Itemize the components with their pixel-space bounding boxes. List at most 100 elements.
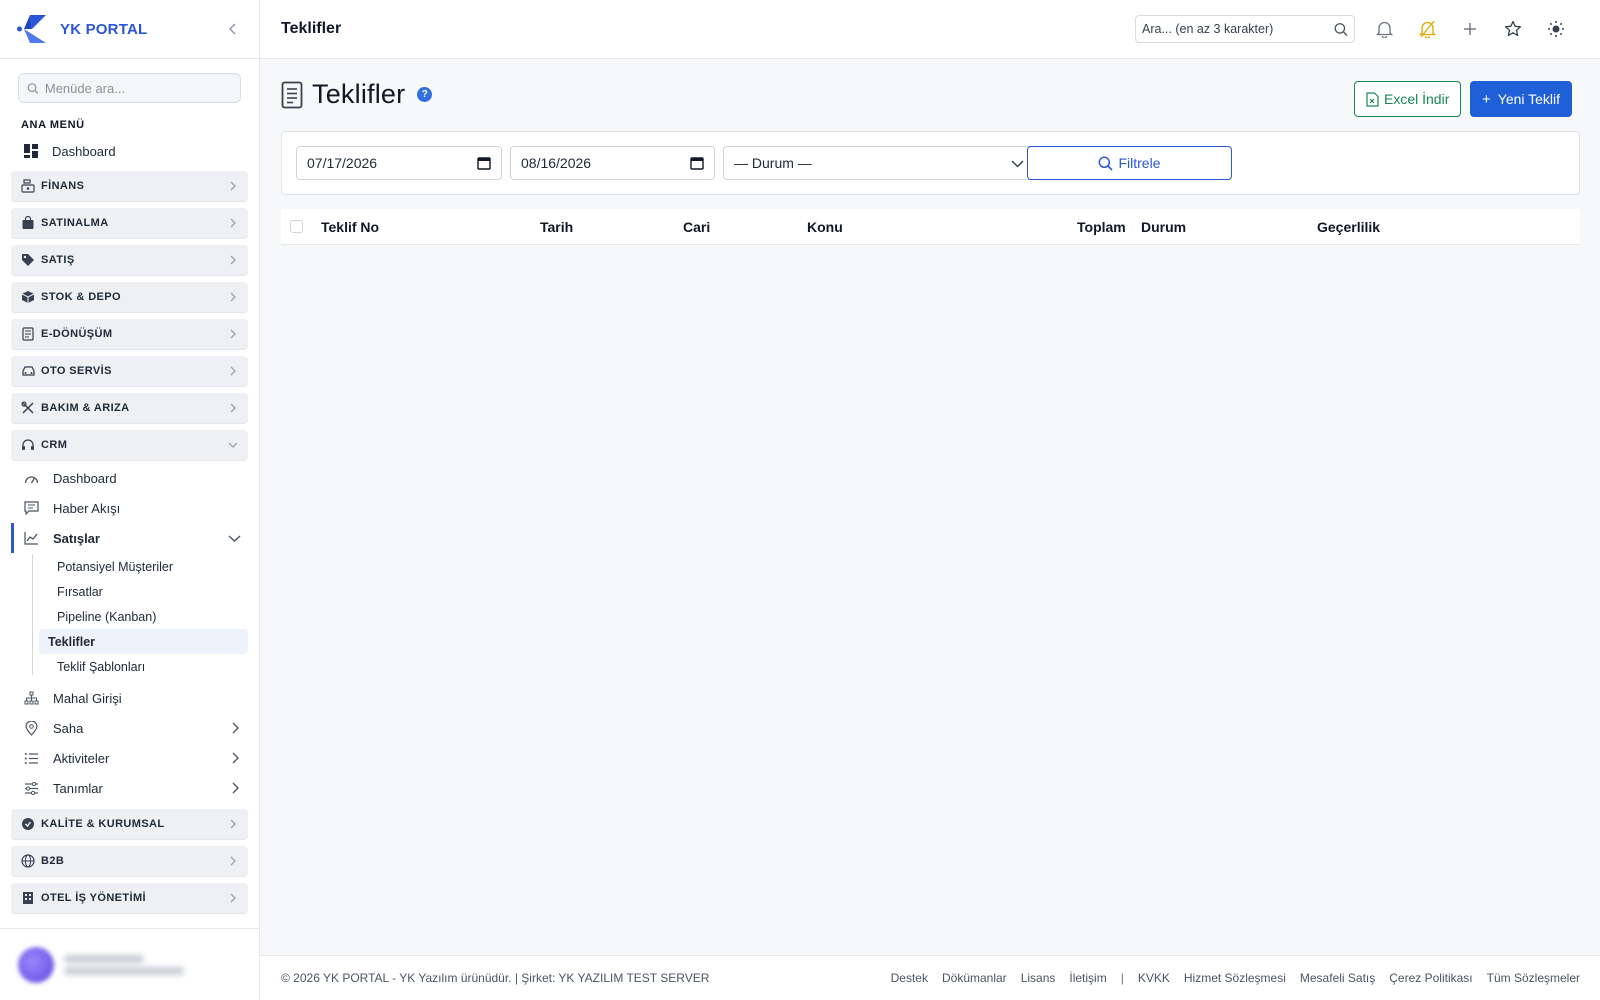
group-otel-is-yonetimi[interactable]: OTEL İŞ YÖNETİMİ bbox=[11, 883, 248, 913]
help-icon[interactable]: ? bbox=[417, 87, 433, 102]
group-stok-depo[interactable]: STOK & DEPO bbox=[11, 282, 248, 312]
menu-search bbox=[18, 73, 241, 103]
chevron-right-icon bbox=[228, 255, 238, 265]
crm-item-label: Haber Akışı bbox=[53, 500, 121, 516]
chevron-right-icon bbox=[228, 366, 238, 376]
group-label: OTO SERVİS bbox=[41, 365, 112, 377]
footer-link-destek[interactable]: Destek bbox=[891, 971, 928, 985]
group-satis[interactable]: SATIŞ bbox=[11, 245, 248, 275]
chevron-right-icon bbox=[228, 181, 238, 191]
crm-item-mahal-girisi[interactable]: Mahal Girişi bbox=[0, 683, 259, 713]
footer-link-hizmet-sozlesmesi[interactable]: Hizmet Sözleşmesi bbox=[1184, 971, 1286, 985]
sun-icon[interactable] bbox=[1545, 18, 1567, 40]
topbar-actions bbox=[1373, 18, 1567, 40]
chevron-right-icon bbox=[228, 819, 238, 829]
group-label: SATIŞ bbox=[41, 254, 75, 266]
crm-item-saha[interactable]: Saha bbox=[0, 713, 259, 743]
footer-link-lisans[interactable]: Lisans bbox=[1021, 971, 1056, 985]
leaf-teklif-sablonlari[interactable]: Teklif Şablonları bbox=[39, 654, 248, 679]
main-content: Teklifler ? Excel İndir + Yeni Teklif 07… bbox=[260, 59, 1600, 955]
calendar-icon[interactable] bbox=[477, 156, 491, 170]
group-oto-servis[interactable]: OTO SERVİS bbox=[11, 356, 248, 386]
calendar-icon[interactable] bbox=[690, 156, 704, 170]
leaf-potansiyel-musteriler[interactable]: Potansiyel Müşteriler bbox=[39, 554, 248, 579]
footer-link-tum-sozlesmeler[interactable]: Tüm Sözleşmeler bbox=[1487, 971, 1580, 985]
tools-icon bbox=[20, 400, 36, 416]
column-toplam[interactable]: Toplam bbox=[1077, 219, 1126, 235]
file-excel-icon bbox=[1366, 91, 1379, 107]
bell-off-icon[interactable] bbox=[1416, 18, 1438, 40]
excel-download-button[interactable]: Excel İndir bbox=[1354, 81, 1462, 117]
group-b2b[interactable]: B2B bbox=[11, 846, 248, 876]
group-label: STOK & DEPO bbox=[41, 291, 121, 303]
shopping-bag-icon bbox=[20, 215, 36, 231]
column-cari[interactable]: Cari bbox=[683, 219, 710, 235]
leaf-teklifler[interactable]: Teklifler bbox=[39, 629, 248, 654]
offers-table-header: Teklif No Tarih Cari Konu Toplam Durum G… bbox=[281, 209, 1580, 245]
user-card[interactable] bbox=[0, 928, 259, 1000]
crm-item-satislar[interactable]: Satışlar bbox=[11, 523, 259, 553]
column-teklif-no[interactable]: Teklif No bbox=[321, 219, 379, 235]
headset-icon bbox=[20, 437, 36, 453]
chevron-right-icon bbox=[228, 292, 238, 302]
crm-item-tanimlar[interactable]: Tanımlar bbox=[0, 773, 259, 803]
footer-link-iletisim[interactable]: İletişim bbox=[1069, 971, 1106, 985]
status-select[interactable]: — Durum — bbox=[723, 146, 1035, 180]
sidebar-item-dashboard[interactable]: Dashboard bbox=[0, 137, 259, 165]
crm-item-aktiviteler[interactable]: Aktiviteler bbox=[0, 743, 259, 773]
group-label: OTEL İŞ YÖNETİMİ bbox=[41, 892, 147, 904]
date-to-field[interactable]: 08/16/2026 bbox=[510, 146, 715, 180]
select-all-checkbox[interactable] bbox=[290, 220, 303, 233]
global-search-input[interactable] bbox=[1142, 22, 1335, 36]
date-from-field[interactable]: 07/17/2026 bbox=[296, 146, 502, 180]
section-title-ana-menu: ANA MENÜ bbox=[21, 119, 85, 131]
filter-button[interactable]: Filtrele bbox=[1027, 146, 1232, 180]
group-e-donusum[interactable]: E-DÖNÜŞÜM bbox=[11, 319, 248, 349]
speedometer-icon bbox=[23, 470, 39, 486]
column-konu[interactable]: Konu bbox=[807, 219, 843, 235]
chevron-right-icon bbox=[229, 722, 241, 734]
column-gecerlilik[interactable]: Geçerlilik bbox=[1317, 219, 1380, 235]
column-durum[interactable]: Durum bbox=[1141, 219, 1186, 235]
brand-name: YK PORTAL bbox=[60, 20, 148, 38]
plus-icon[interactable] bbox=[1459, 18, 1481, 40]
bell-icon[interactable] bbox=[1373, 18, 1395, 40]
search-icon bbox=[1099, 156, 1114, 171]
chart-line-icon bbox=[23, 530, 39, 546]
new-offer-button[interactable]: + Yeni Teklif bbox=[1470, 81, 1573, 117]
group-crm[interactable]: CRM bbox=[11, 430, 248, 460]
collapse-sidebar-chevron-icon[interactable] bbox=[223, 19, 243, 39]
page-header: Teklifler ? bbox=[281, 79, 433, 110]
page-title: Teklifler bbox=[312, 79, 406, 109]
group-bakim-ariza[interactable]: BAKIM & ARIZA bbox=[11, 393, 248, 423]
group-label: B2B bbox=[41, 855, 65, 867]
search-icon[interactable] bbox=[1334, 22, 1348, 37]
group-label: E-DÖNÜŞÜM bbox=[41, 328, 113, 340]
footer-link-dokumanlar[interactable]: Dökümanlar bbox=[942, 971, 1007, 985]
crm-item-haber-akisi[interactable]: Haber Akışı bbox=[0, 493, 259, 523]
new-offer-label: Yeni Teklif bbox=[1497, 91, 1561, 107]
chevron-down-icon bbox=[228, 440, 238, 450]
group-satinalma[interactable]: SATINALMA bbox=[11, 208, 248, 238]
star-icon[interactable] bbox=[1502, 18, 1524, 40]
filter-panel: 07/17/2026 08/16/2026 — Durum — Filtrele bbox=[281, 131, 1580, 195]
excel-download-label: Excel İndir bbox=[1384, 91, 1450, 107]
sitemap-icon bbox=[23, 690, 39, 706]
leaf-firsatlar[interactable]: Fırsatlar bbox=[39, 579, 248, 604]
group-kalite-kurumsal[interactable]: KALİTE & KURUMSAL bbox=[11, 809, 248, 839]
chevron-right-icon bbox=[228, 218, 238, 228]
chevron-right-icon bbox=[228, 856, 238, 866]
footer-link-cerez-politikasi[interactable]: Çerez Politikası bbox=[1389, 971, 1472, 985]
column-tarih[interactable]: Tarih bbox=[540, 219, 573, 235]
group-label: KALİTE & KURUMSAL bbox=[41, 818, 165, 830]
leaf-pipeline-kanban[interactable]: Pipeline (Kanban) bbox=[39, 604, 248, 629]
chevron-right-icon bbox=[229, 752, 241, 764]
group-label: SATINALMA bbox=[41, 217, 109, 229]
footer-link-kvkk[interactable]: KVKK bbox=[1138, 971, 1170, 985]
footer-link-mesafeli-satis[interactable]: Mesafeli Satış bbox=[1300, 971, 1375, 985]
crm-item-dashboard[interactable]: Dashboard bbox=[0, 463, 259, 493]
filter-button-label: Filtrele bbox=[1118, 155, 1161, 171]
group-finans[interactable]: FİNANS bbox=[11, 171, 248, 201]
menu-search-input[interactable] bbox=[44, 80, 232, 96]
badge-check-icon bbox=[20, 816, 36, 832]
